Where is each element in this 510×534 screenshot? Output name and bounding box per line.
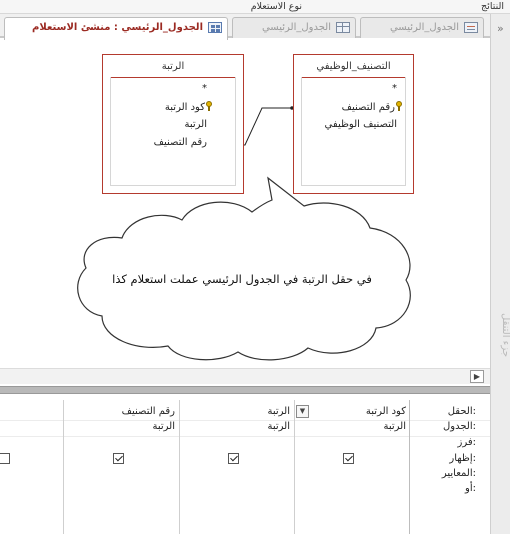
grid-column-divider bbox=[294, 400, 295, 534]
horizontal-scrollbar[interactable] bbox=[0, 368, 490, 384]
row-label-field: الحقل: bbox=[447, 406, 476, 417]
grid-table-cell[interactable]: الرتبة bbox=[267, 421, 290, 432]
table-box-rank[interactable]: الرتبة * كود الرتبة الرتبة رقم التصنيف bbox=[102, 54, 244, 194]
grid-column-divider bbox=[179, 400, 180, 534]
field-item[interactable]: الرتبة bbox=[184, 119, 207, 130]
results-group-label: النتائج bbox=[481, 1, 504, 12]
table-title: التصنيف_الوظيفي bbox=[316, 61, 391, 72]
grid-column-divider bbox=[63, 400, 64, 534]
field-item[interactable]: رقم التصنيف bbox=[154, 137, 207, 148]
field-item-key[interactable]: كود الرتبة bbox=[165, 101, 213, 113]
document-tabs: الجدول_الرئيسي الجدول_الرئيسي الجدول_الر… bbox=[0, 14, 490, 40]
show-checkbox[interactable] bbox=[0, 453, 10, 464]
tab-label: الجدول_الرئيسي : منشئ الاستعلام bbox=[31, 22, 203, 33]
callout-bubble bbox=[77, 176, 411, 361]
tab-label: الجدول_الرئيسي bbox=[389, 22, 459, 33]
tab-main-table-datasheet[interactable]: الجدول_الرئيسي bbox=[232, 17, 356, 38]
grid-label-column-divider bbox=[409, 400, 410, 534]
row-label-or: أو: bbox=[465, 483, 476, 494]
form-icon bbox=[464, 22, 478, 33]
table-title: الرتبة bbox=[161, 61, 185, 72]
field-list bbox=[301, 77, 406, 186]
primary-key-icon bbox=[396, 101, 403, 111]
tab-main-table-form[interactable]: الجدول_الرئيسي bbox=[360, 17, 484, 38]
row-label-show: إظهار: bbox=[449, 453, 476, 464]
field-item[interactable]: التصنيف الوظيفي bbox=[325, 119, 397, 130]
grid-field-cell[interactable]: رقم التصنيف bbox=[122, 406, 175, 417]
query-type-group-label: نوع الاستعلام bbox=[250, 1, 302, 12]
callout-text: في حقل الرتبة في الجدول الرئيسي عملت است… bbox=[112, 272, 372, 286]
field-label: رقم التصنيف bbox=[341, 102, 395, 113]
navigation-pane[interactable] bbox=[490, 14, 510, 534]
field-dropdown-chevron-down-icon[interactable]: ▼ bbox=[296, 405, 309, 418]
query-design-icon bbox=[208, 22, 222, 33]
grid-field-cell[interactable]: كود الرتبة bbox=[366, 406, 406, 417]
grid-table-cell[interactable]: الرتبة bbox=[152, 421, 175, 432]
grid-field-cell[interactable]: الرتبة bbox=[267, 406, 290, 417]
field-label: كود الرتبة bbox=[164, 102, 205, 113]
ribbon-strip: النتائج نوع الاستعلام bbox=[0, 0, 510, 14]
show-checkbox[interactable] bbox=[228, 453, 239, 464]
tab-query-design[interactable]: الجدول_الرئيسي : منشئ الاستعلام bbox=[4, 17, 228, 40]
table-icon bbox=[336, 22, 350, 33]
field-item-key[interactable]: رقم التصنيف bbox=[342, 101, 403, 113]
all-fields-star[interactable]: * bbox=[202, 83, 207, 94]
scroll-right-arrow-icon[interactable]: ▶ bbox=[470, 370, 484, 383]
show-checkbox[interactable] bbox=[343, 453, 354, 464]
tab-label: الجدول_الرئيسي bbox=[261, 22, 331, 33]
row-label-table: الجدول: bbox=[443, 421, 476, 432]
pane-splitter[interactable] bbox=[0, 386, 490, 394]
field-list bbox=[110, 77, 236, 186]
primary-key-icon bbox=[206, 101, 213, 111]
table-box-job-classification[interactable]: التصنيف_الوظيفي * رقم التصنيف التصنيف ال… bbox=[293, 54, 414, 194]
show-checkbox[interactable] bbox=[113, 453, 124, 464]
grid-table-cell[interactable]: الرتبة bbox=[383, 421, 406, 432]
row-label-criteria: المعايير: bbox=[441, 468, 476, 479]
navigation-pane-label: جزء التنقل bbox=[500, 312, 510, 358]
all-fields-star[interactable]: * bbox=[392, 83, 397, 94]
row-label-sort: فرز: bbox=[457, 437, 476, 448]
expand-nav-chevron-icon[interactable]: » bbox=[497, 22, 504, 35]
